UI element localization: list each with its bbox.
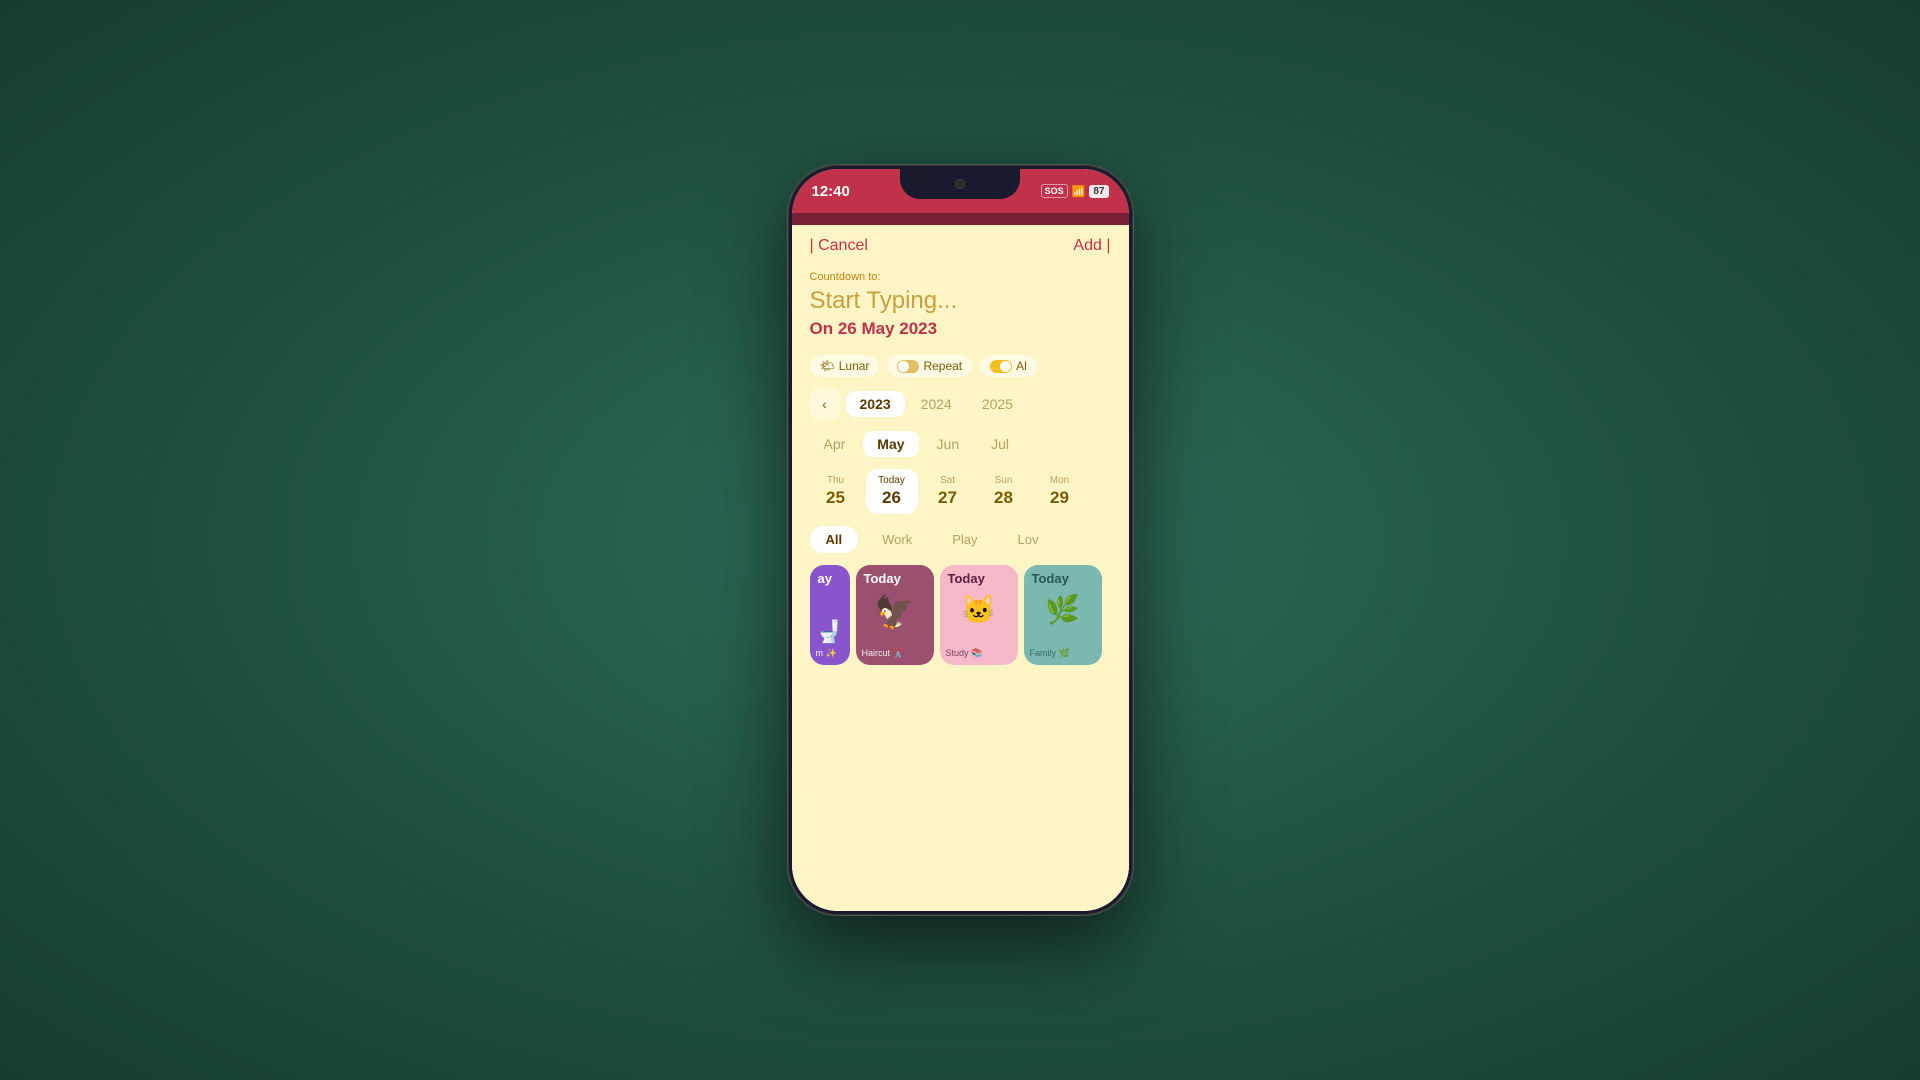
study-card-illustration: 🐱: [940, 593, 1018, 626]
alarm-toggle-dot: [1000, 361, 1011, 372]
battery-indicator: 87: [1089, 185, 1108, 198]
app-content: | Cancel Add | Countdown to: Start Typin…: [792, 225, 1129, 911]
countdown-typing[interactable]: Start Typing...: [810, 287, 1111, 315]
status-right: SOS 📶 87: [1041, 184, 1109, 198]
month-picker: Apr May Jun Jul: [792, 425, 1129, 463]
top-bar: | Cancel Add |: [792, 225, 1129, 263]
partial-card-icon: 🚽: [816, 619, 843, 645]
month-jun[interactable]: Jun: [923, 431, 974, 457]
cat-all[interactable]: All: [810, 526, 859, 553]
repeat-toggle-circle: [897, 360, 919, 373]
day-27-num: 27: [938, 488, 957, 508]
cancel-button[interactable]: | Cancel: [810, 237, 868, 255]
lunar-icon: 🌤: [820, 359, 835, 373]
card-haircut[interactable]: Today 🦅 Haircut ✂️: [856, 565, 934, 665]
day-26-name: Today: [878, 475, 905, 486]
haircut-card-label: Today: [864, 571, 901, 586]
alarm-toggle[interactable]: Al: [980, 355, 1037, 377]
month-may[interactable]: May: [863, 431, 918, 457]
day-25-name: Thu: [827, 475, 844, 486]
card-partial-left: ay 🚽 m ✨: [810, 565, 850, 665]
day-29-num: 29: [1050, 488, 1069, 508]
day-29-name: Mon: [1050, 475, 1069, 486]
day-29[interactable]: Mon 29: [1034, 469, 1086, 514]
year-picker: ‹ 2023 2024 2025: [792, 383, 1129, 425]
repeat-toggle-dot: [898, 361, 909, 372]
year-2023[interactable]: 2023: [846, 391, 905, 417]
day-27-name: Sat: [940, 475, 955, 486]
countdown-label: Countdown to:: [810, 271, 1111, 283]
year-prev-button[interactable]: ‹: [810, 389, 840, 419]
partial-card-label: ay: [818, 571, 832, 586]
month-apr[interactable]: Apr: [810, 431, 860, 457]
wifi-icon: 📶: [1072, 185, 1086, 198]
year-2024[interactable]: 2024: [907, 391, 966, 417]
day-25[interactable]: Thu 25: [810, 469, 862, 514]
lunar-toggle[interactable]: 🌤 Lunar: [810, 355, 880, 377]
countdown-section: Countdown to: Start Typing... On 26 May …: [792, 263, 1129, 349]
day-28-name: Sun: [995, 475, 1013, 486]
family-card-category: Family 🌿: [1030, 648, 1070, 659]
phone-screen: 12:40 SOS 📶 87 | Cancel Add | Countdown …: [792, 169, 1129, 911]
family-card-illustration: 🌿: [1024, 593, 1102, 626]
app-header-band: [792, 213, 1129, 225]
status-time: 12:40: [812, 183, 850, 200]
card-study[interactable]: Today 🐱 Study 📚: [940, 565, 1018, 665]
card-family[interactable]: Today 🌿 Family 🌿: [1024, 565, 1102, 665]
cat-play[interactable]: Play: [936, 526, 993, 553]
sos-badge: SOS: [1041, 184, 1068, 198]
lunar-label: Lunar: [839, 359, 870, 373]
partial-card-category: m ✨: [816, 648, 837, 659]
repeat-label: Repeat: [923, 359, 962, 373]
year-2025[interactable]: 2025: [968, 391, 1027, 417]
widget-cards-row: ay 🚽 m ✨ Today 🦅 Haircut ✂️ Today 🐱 Stud…: [792, 559, 1129, 671]
status-bar: 12:40 SOS 📶 87: [792, 169, 1129, 213]
day-26[interactable]: Today 26: [866, 469, 918, 514]
day-27[interactable]: Sat 27: [922, 469, 974, 514]
cat-love[interactable]: Lov: [1002, 526, 1055, 553]
cat-work[interactable]: Work: [866, 526, 928, 553]
countdown-date: On 26 May 2023: [810, 319, 1111, 339]
alarm-toggle-circle: [990, 360, 1012, 373]
study-card-label: Today: [948, 571, 985, 586]
day-25-num: 25: [826, 488, 845, 508]
alarm-label: Al: [1016, 359, 1027, 373]
toggle-row: 🌤 Lunar Repeat Al: [792, 349, 1129, 383]
day-picker: Thu 25 Today 26 Sat 27 Sun 28 Mon 29: [792, 463, 1129, 520]
day-28-num: 28: [994, 488, 1013, 508]
day-28[interactable]: Sun 28: [978, 469, 1030, 514]
camera-dot: [955, 179, 965, 189]
category-picker: All Work Play Lov: [792, 520, 1129, 559]
day-26-num: 26: [882, 488, 901, 508]
haircut-card-category: Haircut ✂️: [862, 648, 904, 659]
family-card-label: Today: [1032, 571, 1069, 586]
repeat-toggle[interactable]: Repeat: [887, 355, 972, 377]
phone-frame: 12:40 SOS 📶 87 | Cancel Add | Countdown …: [788, 165, 1133, 915]
notch: [900, 169, 1020, 199]
study-card-category: Study 📚: [946, 648, 983, 659]
add-button[interactable]: Add |: [1073, 237, 1110, 255]
haircut-card-illustration: 🦅: [856, 593, 934, 631]
month-jul[interactable]: Jul: [977, 431, 1023, 457]
